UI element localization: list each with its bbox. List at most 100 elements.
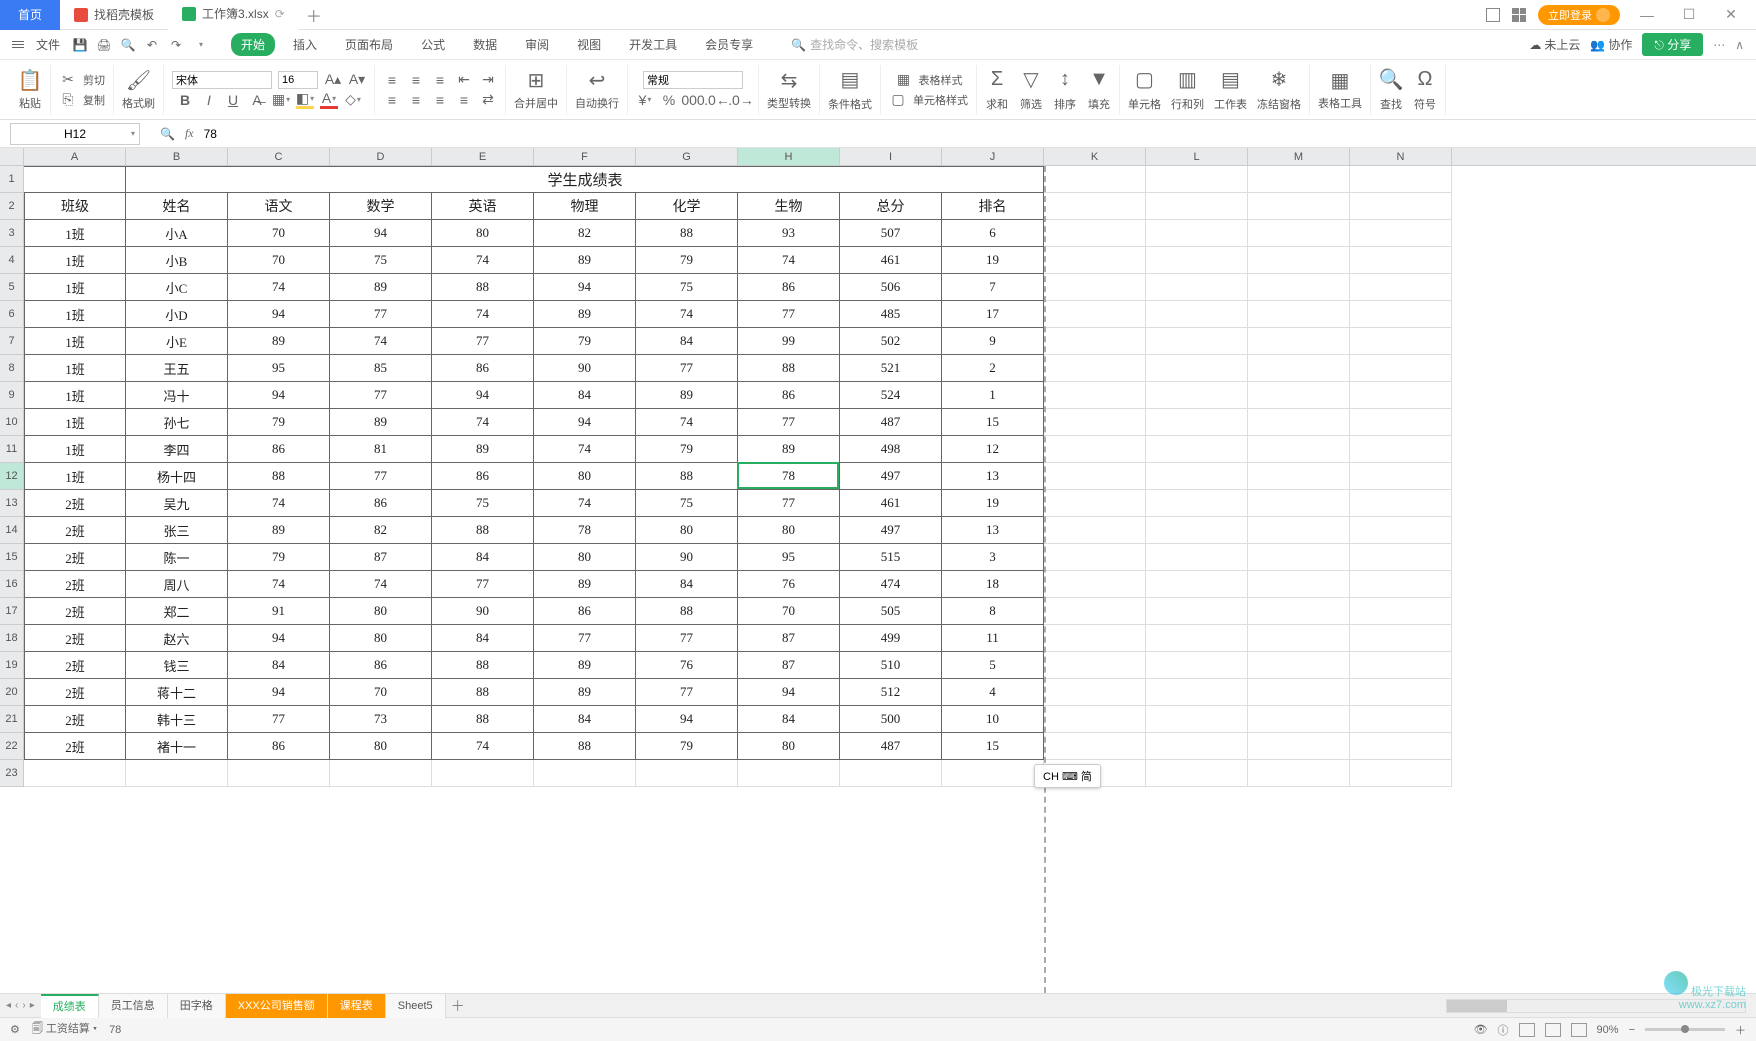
formula-input[interactable]: 78	[194, 127, 1756, 141]
cut-icon[interactable]: ✂	[59, 71, 77, 89]
cell-J3[interactable]: 6	[942, 220, 1044, 247]
font-increase-icon[interactable]: A▴	[324, 71, 342, 89]
cell-I17[interactable]: 505	[840, 598, 942, 625]
col-header-N[interactable]: N	[1350, 148, 1452, 165]
dec-dec-icon[interactable]: .0→	[732, 91, 750, 109]
cell-B3[interactable]: 小A	[126, 220, 228, 247]
cell-G15[interactable]: 90	[636, 544, 738, 571]
cell-B9[interactable]: 冯十	[126, 382, 228, 409]
cell-D4[interactable]: 75	[330, 247, 432, 274]
cell-G17[interactable]: 88	[636, 598, 738, 625]
cell-L4[interactable]	[1146, 247, 1248, 274]
cell-I8[interactable]: 521	[840, 355, 942, 382]
qat-dropdown[interactable]: ▾	[193, 37, 209, 53]
ribbon-tab-layout[interactable]: 页面布局	[335, 36, 403, 53]
col-header-E[interactable]: E	[432, 148, 534, 165]
cell-H11[interactable]: 89	[738, 436, 840, 463]
status-calc[interactable]: 🗐 工资结算 ▾	[32, 1020, 97, 1039]
ribbon-tab-dev[interactable]: 开发工具	[619, 36, 687, 53]
ribbon-tab-member[interactable]: 会员专享	[695, 36, 763, 53]
command-search[interactable]: 🔍 查找命令、搜索模板	[791, 36, 918, 53]
cell-E11[interactable]: 89	[432, 436, 534, 463]
apps-icon[interactable]	[1512, 8, 1526, 22]
cell-C19[interactable]: 84	[228, 652, 330, 679]
row-header-8[interactable]: 8	[0, 355, 24, 382]
cell-H15[interactable]: 95	[738, 544, 840, 571]
cell-I5[interactable]: 506	[840, 274, 942, 301]
cell-C4[interactable]: 70	[228, 247, 330, 274]
row-header-3[interactable]: 3	[0, 220, 24, 247]
cell-H3[interactable]: 93	[738, 220, 840, 247]
cell-C1[interactable]	[228, 166, 330, 193]
cell-A2[interactable]: 班级	[24, 193, 126, 220]
cell-J14[interactable]: 13	[942, 517, 1044, 544]
cell-B2[interactable]: 姓名	[126, 193, 228, 220]
cell-H19[interactable]: 87	[738, 652, 840, 679]
cell-G19[interactable]: 76	[636, 652, 738, 679]
tab-nav-last-icon[interactable]: ▸	[30, 1000, 35, 1011]
cell-L2[interactable]	[1146, 193, 1248, 220]
cell-L23[interactable]	[1146, 760, 1248, 787]
cell-I18[interactable]: 499	[840, 625, 942, 652]
cell-C7[interactable]: 89	[228, 328, 330, 355]
percent-icon[interactable]: %	[660, 91, 678, 109]
cell-D2[interactable]: 数学	[330, 193, 432, 220]
cell-J22[interactable]: 15	[942, 733, 1044, 760]
cell-F14[interactable]: 78	[534, 517, 636, 544]
cell-C17[interactable]: 91	[228, 598, 330, 625]
cell-B12[interactable]: 杨十四	[126, 463, 228, 490]
font-color-icon[interactable]: A▾	[320, 91, 338, 109]
paste-icon[interactable]: 📋	[18, 69, 42, 93]
cell-D10[interactable]: 89	[330, 409, 432, 436]
cell-N13[interactable]	[1350, 490, 1452, 517]
cell-F22[interactable]: 88	[534, 733, 636, 760]
cell-K22[interactable]	[1044, 733, 1146, 760]
cell-B5[interactable]: 小C	[126, 274, 228, 301]
cell-A19[interactable]: 2班	[24, 652, 126, 679]
brush-icon[interactable]: 🖌	[127, 69, 151, 93]
cell-A5[interactable]: 1班	[24, 274, 126, 301]
cell-L10[interactable]	[1146, 409, 1248, 436]
cell-M23[interactable]	[1248, 760, 1350, 787]
cell-I14[interactable]: 497	[840, 517, 942, 544]
cell-C11[interactable]: 86	[228, 436, 330, 463]
cell-L12[interactable]	[1146, 463, 1248, 490]
cell-G21[interactable]: 94	[636, 706, 738, 733]
cell-B20[interactable]: 蒋十二	[126, 679, 228, 706]
cell-D15[interactable]: 87	[330, 544, 432, 571]
cell-E14[interactable]: 88	[432, 517, 534, 544]
cell-I21[interactable]: 500	[840, 706, 942, 733]
hamburger-icon[interactable]	[12, 41, 24, 48]
collapse-ribbon-icon[interactable]: ∧	[1735, 38, 1744, 52]
cell-F16[interactable]: 89	[534, 571, 636, 598]
cell-C2[interactable]: 语文	[228, 193, 330, 220]
cell-G20[interactable]: 77	[636, 679, 738, 706]
cell-M16[interactable]	[1248, 571, 1350, 598]
cell-N3[interactable]	[1350, 220, 1452, 247]
align-mid-icon[interactable]: ≡	[407, 71, 425, 89]
cell-I12[interactable]: 497	[840, 463, 942, 490]
italic-icon[interactable]: I	[200, 91, 218, 109]
cell-L14[interactable]	[1146, 517, 1248, 544]
cell-H4[interactable]: 74	[738, 247, 840, 274]
cell-D3[interactable]: 94	[330, 220, 432, 247]
cell-G6[interactable]: 74	[636, 301, 738, 328]
cell-D17[interactable]: 80	[330, 598, 432, 625]
cell-I23[interactable]	[840, 760, 942, 787]
align-center-icon[interactable]: ≡	[407, 91, 425, 109]
cell-J19[interactable]: 5	[942, 652, 1044, 679]
cell-B19[interactable]: 钱三	[126, 652, 228, 679]
number-format-select[interactable]	[643, 71, 743, 89]
filter-icon[interactable]: ▽	[1019, 68, 1043, 92]
cell-I6[interactable]: 485	[840, 301, 942, 328]
cell-N8[interactable]	[1350, 355, 1452, 382]
view-break-icon[interactable]	[1571, 1023, 1587, 1037]
row-header-6[interactable]: 6	[0, 301, 24, 328]
cell-B4[interactable]: 小B	[126, 247, 228, 274]
cell-H17[interactable]: 70	[738, 598, 840, 625]
ribbon-tab-insert[interactable]: 插入	[283, 36, 327, 53]
cell-N15[interactable]	[1350, 544, 1452, 571]
cell-A8[interactable]: 1班	[24, 355, 126, 382]
cell-J20[interactable]: 4	[942, 679, 1044, 706]
cell-E6[interactable]: 74	[432, 301, 534, 328]
